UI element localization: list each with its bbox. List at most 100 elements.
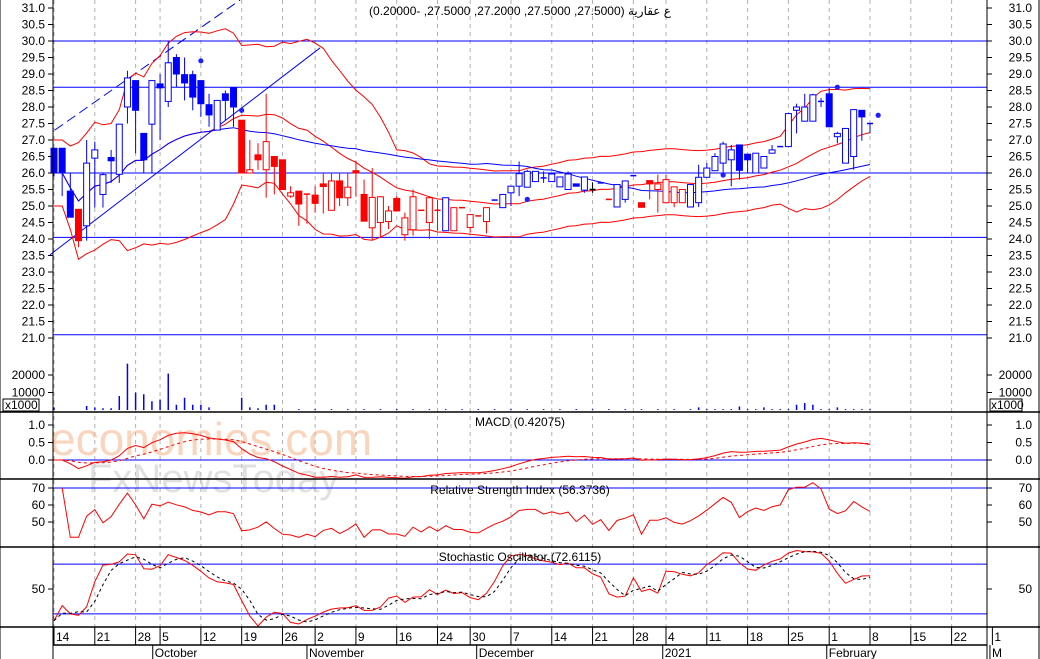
candle <box>368 168 376 240</box>
candle-body <box>140 132 148 161</box>
candle <box>50 147 58 177</box>
date-tick-label: 21 <box>97 630 111 644</box>
price-tick-label-right: 28.5 <box>1009 84 1033 98</box>
candle <box>768 144 776 154</box>
date-tick-label: 16 <box>399 630 413 644</box>
candle <box>818 98 825 107</box>
candle-body <box>548 173 556 183</box>
candle <box>336 173 344 206</box>
candle-body <box>352 170 360 174</box>
candle <box>221 90 229 121</box>
candle <box>164 41 172 107</box>
price-tick-label-right: 26.0 <box>1009 166 1033 180</box>
candle-body <box>91 149 99 159</box>
candle <box>850 109 858 170</box>
candle <box>393 196 401 212</box>
price-tick-label-right: 22.5 <box>1009 282 1033 296</box>
candle-body <box>246 169 254 174</box>
candle <box>99 173 107 208</box>
candle-body <box>768 149 776 154</box>
candle-body <box>221 93 229 101</box>
candle <box>867 122 873 134</box>
candle <box>564 171 572 191</box>
candle <box>556 176 564 188</box>
candle-body <box>466 214 474 228</box>
rsi-label: Relative Strength Index (56.3736) <box>430 483 609 497</box>
candle <box>197 80 205 117</box>
candle <box>531 170 539 183</box>
month-label: October <box>155 646 198 659</box>
stochastic-tick-label-right: 50 <box>1019 582 1033 596</box>
candle-body <box>409 196 417 231</box>
candle-body <box>107 156 115 162</box>
candle-body <box>801 106 809 122</box>
candle <box>654 174 662 213</box>
candle <box>744 153 752 173</box>
price-tick-label-right: 23.5 <box>1009 249 1033 263</box>
candle-body <box>556 176 564 188</box>
date-tick-label: 1 <box>994 630 1001 644</box>
candle-body <box>833 132 841 138</box>
date-tick-label: 28 <box>635 630 649 644</box>
candle <box>148 80 156 173</box>
candle <box>515 161 523 197</box>
candle-body <box>123 77 131 108</box>
date-tick-label: 4 <box>668 630 675 644</box>
candle-body <box>752 152 760 174</box>
candle <box>205 93 213 127</box>
candle-body <box>83 162 91 227</box>
candle <box>662 174 670 204</box>
candle-body <box>393 197 401 212</box>
candle <box>613 184 621 208</box>
candle <box>858 109 866 141</box>
candle <box>434 200 441 231</box>
price-tick-label-left: 25.5 <box>22 183 46 197</box>
date-tick-label: 14 <box>554 630 568 644</box>
price-tick-label-right: 22.0 <box>1009 298 1033 312</box>
candle <box>385 206 393 230</box>
candle <box>74 208 82 248</box>
signal-dot <box>834 84 840 90</box>
candle-body <box>66 190 74 218</box>
macd-tick-label-left: 0.5 <box>28 436 45 450</box>
candle-body <box>254 154 262 161</box>
candle <box>678 189 686 204</box>
candle-body <box>564 173 572 191</box>
month-label: 2021 <box>665 646 692 659</box>
candle-body <box>270 156 278 167</box>
date-tick-label: 26 <box>284 630 298 644</box>
rsi-tick-label-left: 60 <box>32 498 46 512</box>
price-tick-label-left: 23.5 <box>22 249 46 263</box>
candle <box>246 140 254 174</box>
candle <box>132 80 140 154</box>
price-tick-label-right: 31.0 <box>1009 1 1033 15</box>
price-tick-label-left: 28.5 <box>22 84 46 98</box>
candle-body <box>385 210 393 223</box>
volume-tick-label-left: 20000 <box>12 368 46 382</box>
price-overlays <box>49 0 987 336</box>
candle <box>295 190 303 226</box>
candle <box>833 131 841 144</box>
month-label: November <box>309 646 364 659</box>
macd-tick-label-right: 1.0 <box>1015 418 1032 432</box>
signal-dot <box>198 58 204 64</box>
candle <box>523 169 531 188</box>
price-tick-label-left: 27.0 <box>22 133 46 147</box>
candle-body <box>711 156 719 172</box>
price-tick-label-right: 21.5 <box>1009 315 1033 329</box>
rsi-tick-label-right: 60 <box>1019 498 1033 512</box>
candle <box>801 93 809 122</box>
date-tick-label: 25 <box>790 630 804 644</box>
candles <box>50 41 881 248</box>
candle <box>352 161 360 197</box>
candle-body <box>205 104 213 116</box>
candle <box>580 176 588 193</box>
rsi-tick-label-right: 70 <box>1019 481 1033 495</box>
candle <box>376 196 384 238</box>
date-tick-label: 22 <box>954 630 968 644</box>
date-tick-label: 1 <box>831 630 838 644</box>
date-tick-label: 14 <box>56 630 70 644</box>
candle <box>809 93 817 122</box>
candle-body <box>850 109 858 157</box>
price-tick-label-left: 30.0 <box>22 34 46 48</box>
